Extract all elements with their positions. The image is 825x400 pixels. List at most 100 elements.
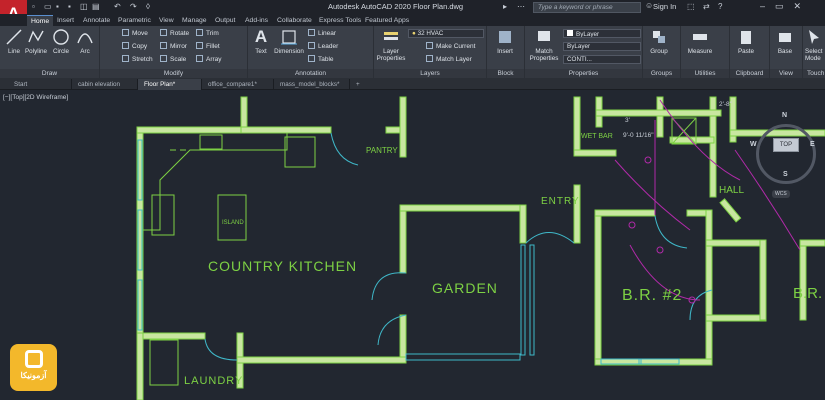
- circle-button[interactable]: Circle: [51, 28, 71, 55]
- utilities-panel: Measure Utilities: [681, 26, 730, 78]
- open-icon[interactable]: ▭: [44, 2, 52, 11]
- view-panel: Base View: [770, 26, 803, 78]
- table-button[interactable]: Table: [308, 55, 334, 63]
- layer-dropdown[interactable]: ● 32 HVAC: [408, 29, 484, 38]
- clipboard-panel-title[interactable]: Clipboard: [730, 69, 769, 78]
- account-icon[interactable]: ☺: [645, 1, 653, 10]
- draw-panel-title[interactable]: Draw: [0, 69, 99, 78]
- tab-output[interactable]: Output: [211, 15, 239, 26]
- match-properties-button[interactable]: Match Properties: [529, 28, 559, 62]
- tab-parametric[interactable]: Parametric: [114, 15, 155, 26]
- line-button[interactable]: Line: [4, 28, 24, 55]
- doc-tab-cabin-elevation[interactable]: cabin elevation: [72, 79, 138, 90]
- compass-west[interactable]: W: [750, 141, 757, 148]
- text-icon: A: [254, 27, 268, 46]
- touch-panel-title[interactable]: Touch: [803, 69, 825, 78]
- tab-view[interactable]: View: [155, 15, 178, 26]
- tab-addins[interactable]: Add-ins: [241, 15, 272, 26]
- tab-insert[interactable]: Insert: [53, 15, 78, 26]
- match-layer-button[interactable]: Match Layer: [426, 55, 472, 63]
- insert-button[interactable]: Insert: [491, 28, 519, 55]
- fixture: [628, 221, 636, 229]
- save-icon[interactable]: ▪: [56, 2, 59, 11]
- linetype-dropdown[interactable]: CONTI...: [563, 55, 641, 64]
- view-panel-title[interactable]: View: [770, 69, 802, 78]
- viewport-controls[interactable]: [−][Top][2D Wireframe]: [3, 94, 68, 101]
- text-button[interactable]: A Text: [251, 27, 271, 56]
- paste-button[interactable]: Paste: [733, 28, 759, 55]
- doc-tab-start[interactable]: Start: [8, 79, 72, 90]
- doc-tab-mass-model-blocks[interactable]: mass_model_blocks*: [274, 79, 350, 90]
- title-bar: ▫ ▭ ▪ ▪ ◫ ▤ ↶ ↷ ◊ Autodesk AutoCAD 2020 …: [0, 0, 825, 14]
- make-current-button[interactable]: Make Current: [426, 42, 475, 50]
- tab-home[interactable]: Home: [27, 15, 54, 26]
- groups-panel-title[interactable]: Groups: [643, 69, 680, 78]
- tab-manage[interactable]: Manage: [178, 15, 211, 26]
- cart-icon[interactable]: ⬚: [687, 2, 695, 11]
- arc-button[interactable]: Arc: [75, 28, 95, 55]
- color-dropdown[interactable]: ByLayer: [563, 29, 641, 38]
- layer-properties-icon: [384, 32, 398, 40]
- copy-button[interactable]: Copy: [122, 42, 147, 50]
- dimension-button[interactable]: Dimension: [272, 28, 306, 55]
- ribbon: Line Polyline Circle Arc Draw Move Rotat…: [0, 26, 825, 78]
- compass-north[interactable]: N: [782, 112, 787, 119]
- help-icon[interactable]: ?: [718, 2, 722, 11]
- doc-tab-floor-plan[interactable]: Floor Plan*: [138, 79, 202, 90]
- modify-panel-title[interactable]: Modify: [100, 69, 247, 78]
- arrow-icon[interactable]: ▸: [503, 2, 507, 11]
- doc-tab-office-compare[interactable]: office_compare1*: [202, 79, 274, 90]
- lineweight-dropdown[interactable]: ByLayer: [563, 42, 641, 51]
- tab-featured-apps[interactable]: Featured Apps: [361, 15, 413, 26]
- print-icon[interactable]: ▤: [92, 2, 100, 11]
- select-mode-button[interactable]: Select Mode: [805, 28, 825, 62]
- modify-panel: Move Rotate Trim Copy Mirror Fillet Stre…: [100, 26, 248, 78]
- base-button[interactable]: Base: [772, 28, 798, 55]
- trim-button[interactable]: Trim: [196, 29, 219, 37]
- redo-icon[interactable]: ↷: [130, 2, 137, 11]
- wcs-menu[interactable]: WCS: [772, 190, 790, 198]
- leader-button[interactable]: Leader: [308, 42, 338, 50]
- web-icon[interactable]: ◫: [80, 2, 88, 11]
- exchange-icon[interactable]: ⇄: [703, 2, 710, 11]
- linetype-value: CONTI...: [567, 56, 592, 63]
- polyline-button[interactable]: Polyline: [24, 28, 48, 55]
- annotation-panel-title[interactable]: Annotation: [248, 69, 373, 78]
- tab-collaborate[interactable]: Collaborate: [273, 15, 316, 26]
- stretch-button[interactable]: Stretch: [122, 55, 153, 63]
- block-panel-title[interactable]: Block: [487, 69, 524, 78]
- new-icon[interactable]: ▫: [32, 2, 35, 11]
- signin-link[interactable]: Sign In: [653, 2, 676, 11]
- mirror-button[interactable]: Mirror: [160, 42, 187, 50]
- fillet-button[interactable]: Fillet: [196, 42, 220, 50]
- array-button[interactable]: Array: [196, 55, 222, 63]
- scale-button[interactable]: Scale: [160, 55, 186, 63]
- move-button[interactable]: Move: [122, 29, 148, 37]
- group-button[interactable]: Group: [645, 28, 673, 55]
- ribbon-tab-bar: Home Insert Annotate Parametric View Man…: [0, 14, 825, 26]
- appliance: [199, 134, 223, 150]
- window-controls[interactable]: –▭✕: [760, 1, 811, 12]
- search-input[interactable]: Type a keyword or phrase: [533, 2, 641, 13]
- utilities-panel-title[interactable]: Utilities: [681, 69, 729, 78]
- measure-button[interactable]: Measure: [683, 28, 717, 55]
- annotation-panel: A Text Dimension Linear Leader Table Ann…: [248, 26, 374, 78]
- drawing-canvas[interactable]: COUNTRY KITCHEN ISLAND PANTRY GARDEN ENT…: [0, 90, 825, 400]
- properties-panel-title[interactable]: Properties: [525, 69, 642, 78]
- line-icon: [6, 29, 22, 45]
- compass-east[interactable]: E: [810, 141, 815, 148]
- dimension-text: 3': [625, 117, 630, 124]
- viewcube-top[interactable]: TOP: [773, 138, 799, 152]
- room-label-br3: B.R.: [793, 285, 822, 302]
- compass-south[interactable]: S: [783, 171, 788, 178]
- saveas-icon[interactable]: ▪: [68, 2, 71, 11]
- tab-express-tools[interactable]: Express Tools: [315, 15, 365, 26]
- linear-button[interactable]: Linear: [308, 29, 336, 37]
- new-tab-icon[interactable]: +: [350, 79, 366, 90]
- undo-icon[interactable]: ↶: [114, 2, 121, 11]
- layers-panel-title[interactable]: Layers: [374, 69, 486, 78]
- tab-annotate[interactable]: Annotate: [79, 15, 114, 26]
- layer-properties-button[interactable]: Layer Properties: [376, 28, 406, 62]
- share-icon[interactable]: ◊: [146, 2, 150, 11]
- rotate-button[interactable]: Rotate: [160, 29, 189, 37]
